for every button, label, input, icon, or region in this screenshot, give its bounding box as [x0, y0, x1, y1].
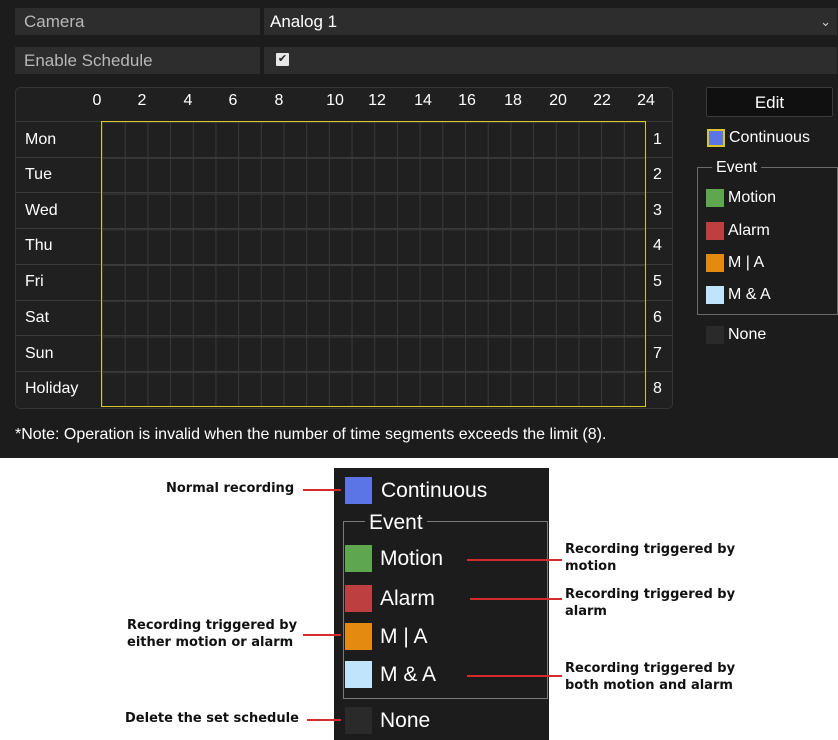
hour-label: 6: [228, 92, 238, 109]
day-label-sun: Sun: [25, 345, 54, 362]
hour-label: 22: [593, 92, 611, 109]
alarm-swatch-large: [345, 585, 372, 612]
hour-label: 14: [414, 92, 432, 109]
alarm-label-large: Alarm: [380, 587, 435, 610]
hour-label: 4: [183, 92, 193, 109]
annotation-leader: [467, 559, 562, 561]
enable-schedule-field: ✔: [264, 47, 837, 74]
copy-row-7[interactable]: 7: [653, 345, 662, 363]
day-label-wed: Wed: [25, 202, 58, 219]
annotation-alarm-line2: alarm: [565, 604, 607, 619]
hour-label: 24: [637, 92, 655, 109]
continuous-swatch[interactable]: [707, 129, 725, 147]
m-or-a-label: M | A: [728, 254, 765, 271]
hour-label: 0: [92, 92, 102, 109]
camera-select[interactable]: Analog 1 ⌄: [264, 8, 837, 35]
enable-schedule-checkbox[interactable]: ✔: [276, 53, 289, 66]
m-and-a-swatch-large: [345, 661, 372, 688]
annotation-leader: [303, 634, 341, 636]
day-label-mon: Mon: [25, 131, 57, 148]
hour-label: 20: [549, 92, 567, 109]
copy-row-8[interactable]: 8: [653, 380, 662, 398]
annotation-either-line1: Recording triggered by: [127, 618, 298, 633]
enable-schedule-row: Enable Schedule ✔: [15, 47, 837, 74]
none-swatch-large: [345, 707, 372, 734]
segment-limit-note: *Note: Operation is invalid when the num…: [15, 426, 607, 443]
chevron-down-icon: ⌄: [820, 14, 831, 29]
continuous-label: Continuous: [729, 129, 810, 146]
hour-label: 16: [458, 92, 476, 109]
annotation-motion-line2: motion: [565, 559, 617, 574]
m-and-a-swatch[interactable]: [706, 286, 724, 304]
day-label-thu: Thu: [25, 237, 53, 254]
camera-row: Camera Analog 1 ⌄: [15, 8, 837, 35]
annotation-motion-line1: Recording triggered by: [565, 542, 736, 557]
annotation-either: Recording triggered by either motion or …: [127, 617, 297, 651]
event-group-large: [343, 521, 548, 699]
m-and-a-label: M & A: [728, 286, 771, 303]
alarm-swatch[interactable]: [706, 222, 724, 240]
hour-label: 12: [368, 92, 386, 109]
none-label: None: [728, 326, 767, 343]
edit-button[interactable]: Edit: [706, 87, 833, 117]
day-label-sat: Sat: [25, 309, 50, 326]
annotation-either-line2: either motion or alarm: [127, 635, 294, 650]
day-label-holiday: Holiday: [25, 380, 79, 397]
day-label-tue: Tue: [25, 166, 52, 183]
copy-row-3[interactable]: 3: [653, 202, 662, 220]
camera-label: Camera: [15, 8, 260, 35]
enable-schedule-label: Enable Schedule: [15, 47, 260, 74]
annotation-both: Recording triggered by both motion and a…: [565, 660, 735, 694]
continuous-label-large: Continuous: [381, 479, 488, 502]
hour-label: 18: [504, 92, 522, 109]
annotation-delete: Delete the set schedule: [125, 711, 299, 726]
motion-label: Motion: [728, 189, 777, 206]
hour-label: 2: [137, 92, 147, 109]
annotation-alarm: Recording triggered by alarm: [565, 586, 735, 620]
continuous-swatch-large: [345, 477, 372, 504]
event-title: Event: [712, 159, 761, 177]
motion-swatch[interactable]: [706, 189, 724, 207]
annotation-both-line1: Recording triggered by: [565, 661, 736, 676]
annotation-leader: [467, 675, 562, 677]
copy-row-1[interactable]: 1: [653, 131, 662, 149]
hour-label: 10: [326, 92, 344, 109]
m-or-a-label-large: M | A: [380, 625, 428, 648]
annotation-leader: [470, 598, 562, 600]
m-or-a-swatch[interactable]: [706, 254, 724, 272]
motion-swatch-large: [345, 545, 372, 572]
m-or-a-swatch-large: [345, 623, 372, 650]
m-and-a-label-large: M & A: [380, 663, 437, 686]
annotation-motion: Recording triggered by motion: [565, 541, 735, 575]
event-title-large: Event: [365, 511, 427, 535]
camera-select-value: Analog 1: [270, 12, 338, 31]
copy-row-6[interactable]: 6: [653, 309, 662, 327]
alarm-label: Alarm: [728, 222, 770, 239]
copy-row-5[interactable]: 5: [653, 273, 662, 291]
hour-label: 8: [274, 92, 284, 109]
none-label-large: None: [380, 709, 431, 732]
annotation-leader: [303, 489, 341, 491]
none-swatch[interactable]: [706, 326, 724, 344]
copy-row-4[interactable]: 4: [653, 237, 662, 255]
annotation-alarm-line1: Recording triggered by: [565, 587, 736, 602]
annotation-leader: [307, 719, 341, 721]
copy-row-2[interactable]: 2: [653, 166, 662, 184]
annotation-normal: Normal recording: [166, 481, 295, 496]
day-label-fri: Fri: [25, 273, 44, 290]
motion-label-large: Motion: [380, 547, 444, 570]
record-schedule-panel: Camera Analog 1 ⌄ Enable Schedule ✔ 0 2 …: [0, 0, 838, 458]
annotation-both-line2: both motion and alarm: [565, 678, 733, 693]
schedule-grid[interactable]: [101, 121, 646, 407]
